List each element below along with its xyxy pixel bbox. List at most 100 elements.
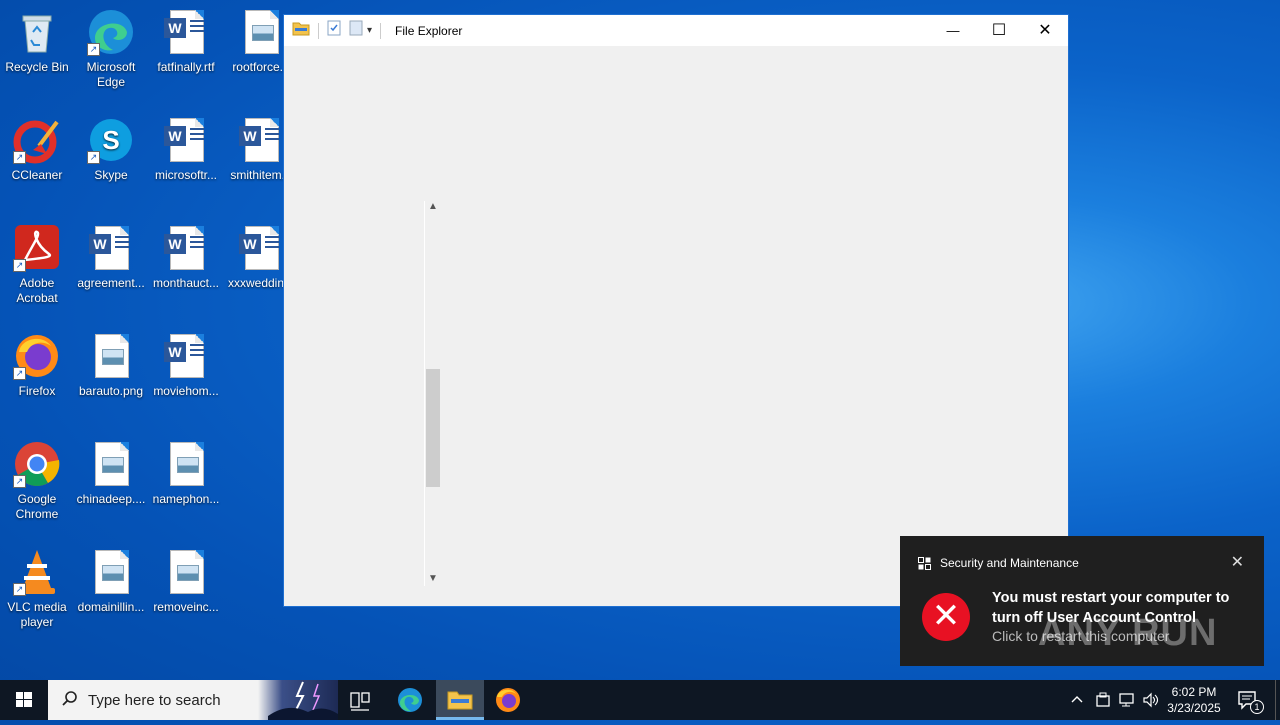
scrollbar-thumb[interactable] [426, 369, 440, 487]
word-document-icon: W [237, 224, 285, 272]
desktop-icon-ccleaner[interactable]: ↗ CCleaner [0, 116, 74, 183]
skype-icon: S ↗ [87, 116, 135, 164]
desktop-icon-firefox[interactable]: ↗ Firefox [0, 332, 74, 399]
start-button[interactable] [0, 680, 48, 720]
scroll-up-icon[interactable]: ▲ [428, 201, 438, 212]
search-placeholder: Type here to search [88, 691, 221, 709]
desktop-icon-word-doc[interactable]: W microsoftr... [149, 116, 223, 183]
network-icon[interactable] [1118, 692, 1136, 713]
image-file-icon [162, 548, 210, 596]
desktop-icon-label: namephon... [152, 492, 220, 506]
defender-tray-icon[interactable] [1095, 692, 1111, 713]
clock-date: 3/23/2025 [1167, 701, 1221, 715]
customize-chevron-down-icon[interactable]: ▾ [367, 25, 372, 36]
shortcut-arrow-icon: ↗ [13, 475, 26, 488]
desktop-icon-label: Skype [94, 168, 128, 182]
scroll-down-icon[interactable]: ▼ [428, 573, 438, 584]
desktop-icon-microsoft-edge[interactable]: ↗ Microsoft Edge [74, 8, 148, 90]
svg-text:S: S [102, 125, 119, 155]
desktop-icon-label: Adobe Acrobat [16, 276, 58, 305]
window-title: File Explorer [395, 23, 463, 38]
title-bar[interactable]: ▾ File Explorer — ☐ ✕ [284, 15, 1068, 46]
action-center-button[interactable]: 1 [1236, 688, 1264, 714]
system-clock[interactable]: 6:02 PM 3/23/2025 [1160, 684, 1228, 716]
desktop-icon-google-chrome[interactable]: ↗ Google Chrome [0, 440, 74, 522]
recycle-bin-icon [13, 8, 61, 56]
chrome-icon: ↗ [13, 440, 61, 488]
desktop-icon-recycle-bin[interactable]: Recycle Bin [0, 8, 74, 75]
acrobat-icon: ↗ [13, 224, 61, 272]
clock-time: 6:02 PM [1171, 685, 1217, 699]
desktop-icon-label: barauto.png [78, 384, 144, 398]
shortcut-arrow-icon: ↗ [13, 367, 26, 380]
word-document-icon: W [162, 224, 210, 272]
vertical-scrollbar[interactable]: ▲ ▼ [424, 201, 442, 586]
shortcut-arrow-icon: ↗ [87, 43, 100, 56]
show-desktop-button[interactable] [1275, 680, 1280, 720]
image-file-icon [87, 332, 135, 380]
taskbar-firefox-button[interactable] [484, 680, 532, 720]
search-icon [62, 690, 78, 711]
desktop-icon-image-file[interactable]: chinadeep.... [74, 440, 148, 507]
desktop-icon-label: agreement... [77, 276, 145, 290]
desktop-icon-word-doc[interactable]: W moviehom... [149, 332, 223, 399]
desktop-icon-label: CCleaner [11, 168, 63, 182]
desktop-icon-skype[interactable]: S ↗ Skype [74, 116, 148, 183]
new-folder-icon[interactable] [349, 20, 363, 41]
desktop-icon-label: Firefox [18, 384, 56, 398]
search-highlight-image [258, 680, 338, 720]
ccleaner-icon: ↗ [13, 116, 61, 164]
security-maintenance-icon [918, 557, 931, 575]
desktop-icon-image-file[interactable]: removeinc... [149, 548, 223, 615]
desktop-icon-image-file[interactable]: namephon... [149, 440, 223, 507]
toast-close-icon[interactable]: ✕ [1231, 552, 1244, 572]
desktop-icon-label: removeinc... [153, 600, 219, 614]
taskbar-edge-button[interactable] [386, 680, 434, 720]
taskbar-search-box[interactable]: Type here to search [48, 680, 338, 720]
anyrun-watermark: ANY RUN [1038, 612, 1218, 654]
image-file-icon [162, 440, 210, 488]
image-file-icon [87, 440, 135, 488]
desktop-icon-word-doc[interactable]: W agreement... [74, 224, 148, 291]
desktop-icon-adobe-acrobat[interactable]: ↗ Adobe Acrobat [0, 224, 74, 306]
desktop-icon-label: VLC media player [7, 600, 67, 629]
desktop-icon-label: Recycle Bin [5, 60, 69, 74]
properties-icon[interactable] [327, 20, 341, 41]
word-document-icon: W [87, 224, 135, 272]
desktop-icon-word-doc[interactable]: W fatfinally.rtf [149, 8, 223, 75]
desktop-icon-image-file[interactable]: domainillin... [74, 548, 148, 615]
desktop-icon-word-doc[interactable]: W monthauct... [149, 224, 223, 291]
image-file-icon [237, 8, 285, 56]
toast-app-name: Security and Maintenance [940, 556, 1079, 570]
close-button[interactable]: ✕ [1022, 15, 1068, 46]
desktop-icon-label: chinadeep.... [76, 492, 146, 506]
show-hidden-icons-chevron-up-icon[interactable] [1070, 692, 1084, 709]
taskbar: Type here to search 6:02 PM 3/23/2025 1 [0, 680, 1280, 720]
word-document-icon: W [237, 116, 285, 164]
window-content-area: ▲ ▼ [284, 46, 1068, 606]
notification-count-badge: 1 [1250, 700, 1264, 714]
shortcut-arrow-icon: ↗ [13, 151, 26, 164]
desktop-icon-label: moviehom... [153, 384, 219, 398]
desktop-icon-label: microsoftr... [154, 168, 217, 182]
taskbar-file-explorer-button[interactable] [436, 680, 484, 720]
word-document-icon: W [162, 8, 210, 56]
shortcut-arrow-icon: ↗ [87, 151, 100, 164]
word-document-icon: W [162, 332, 210, 380]
desktop-icon-label: fatfinally.rtf [157, 60, 215, 74]
desktop-icon-vlc[interactable]: ↗ VLC media player [0, 548, 74, 630]
desktop-icon-label: Google Chrome [15, 492, 59, 521]
volume-icon[interactable] [1142, 692, 1160, 713]
desktop-icon-label: monthauct... [152, 276, 220, 290]
word-document-icon: W [162, 116, 210, 164]
maximize-button[interactable]: ☐ [976, 15, 1022, 46]
minimize-button[interactable]: — [930, 15, 976, 46]
task-view-button[interactable] [336, 680, 384, 720]
shortcut-arrow-icon: ↗ [13, 583, 26, 596]
folder-icon [292, 20, 310, 41]
file-explorer-window[interactable]: ▾ File Explorer — ☐ ✕ ▲ ▼ [283, 14, 1069, 607]
desktop-icon-image-file[interactable]: barauto.png [74, 332, 148, 399]
edge-icon: ↗ [87, 8, 135, 56]
desktop-icon-label: domainillin... [77, 600, 145, 614]
shortcut-arrow-icon: ↗ [13, 259, 26, 272]
